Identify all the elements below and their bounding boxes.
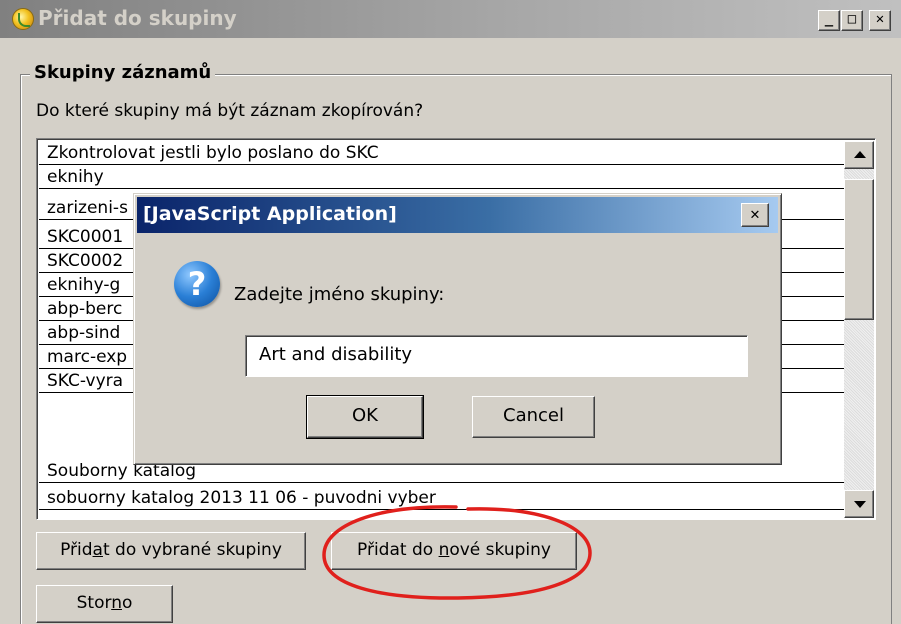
maximize-button[interactable]: □ [841, 10, 863, 31]
arrow-down-icon [854, 501, 866, 508]
dialog-title: [JavaScript Application] [143, 203, 397, 225]
add-to-new-group-button[interactable]: Přidat do nové skupiny [331, 532, 577, 570]
groups-legend: Skupiny záznamů [30, 62, 216, 83]
app-icon [12, 8, 34, 30]
add-to-selected-group-button[interactable]: Přidat do vybrané skupiny [36, 532, 306, 570]
close-button[interactable]: ✕ [869, 10, 891, 31]
group-question-label: Do které skupiny má být záznam zkopírová… [36, 101, 424, 121]
minimize-button[interactable]: _ [818, 10, 840, 31]
dialog-close-button[interactable]: ✕ [741, 203, 769, 227]
cancel-button[interactable]: Storno [36, 585, 173, 623]
list-item[interactable]: sobuorny katalog 2013 11 06 - puvodni vy… [39, 486, 844, 510]
accesskey: n [111, 593, 122, 613]
arrow-up-icon [854, 151, 866, 158]
javascript-prompt-dialog: [JavaScript Application] ✕ ? Zadejte jmé… [133, 193, 782, 465]
ok-button[interactable]: OK [306, 395, 424, 439]
list-item[interactable]: Zkontrolovat jestli bylo poslano do SKC [39, 141, 844, 165]
label-part: o [121, 593, 133, 613]
label-part: Přidat do [357, 540, 439, 560]
list-scrollbar[interactable] [844, 141, 874, 518]
label-part: ové skupiny [449, 540, 551, 560]
scroll-down-button[interactable] [844, 490, 874, 518]
question-icon: ? [174, 261, 220, 307]
scroll-thumb[interactable] [844, 179, 874, 320]
scroll-up-button[interactable] [844, 141, 874, 169]
label-part: Stor [76, 593, 112, 613]
label-part: t do vybrané skupiny [102, 540, 282, 560]
dialog-cancel-button[interactable]: Cancel [472, 396, 595, 438]
group-name-input[interactable]: Art and disability [245, 335, 748, 377]
accesskey: n [438, 540, 450, 560]
list-item[interactable]: eknihy [39, 165, 844, 189]
accesskey: a [92, 540, 103, 560]
label-part: Přid [60, 540, 93, 560]
window-title: Přidat do skupiny [38, 6, 237, 30]
window-titlebar[interactable]: Přidat do skupiny _ □ ✕ [0, 0, 901, 38]
dialog-titlebar[interactable]: [JavaScript Application] ✕ [137, 197, 778, 233]
dialog-prompt: Zadejte jméno skupiny: [234, 284, 445, 305]
